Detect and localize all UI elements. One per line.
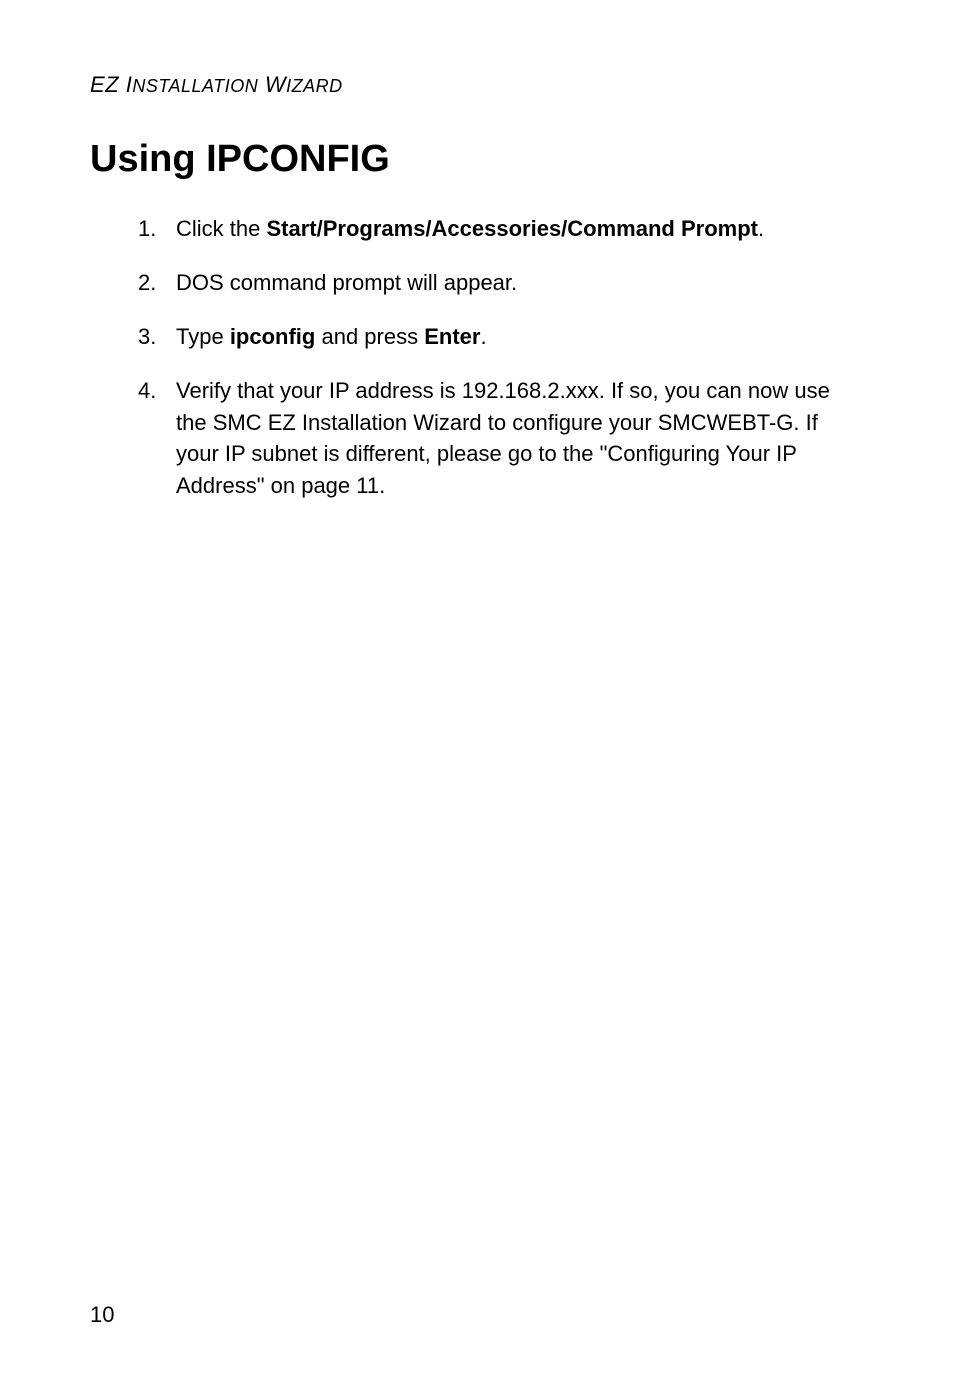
step-number: 4. <box>138 375 156 407</box>
header-text: EZ INSTALLATION WIZARD <box>90 72 343 97</box>
step-text-prefix: Click the <box>176 216 266 241</box>
step-item: 2. DOS command prompt will appear. <box>138 267 864 299</box>
step-text-prefix: Verify that your IP address is 192.168.2… <box>176 378 830 499</box>
step-item: 1. Click the Start/Programs/Accessories/… <box>138 213 864 245</box>
step-number: 2. <box>138 267 156 299</box>
step-item: 4. Verify that your IP address is 192.16… <box>138 375 864 503</box>
step-text-prefix: DOS command prompt will appear. <box>176 270 517 295</box>
step-number: 3. <box>138 321 156 353</box>
step-text-prefix: Type <box>176 324 230 349</box>
step-text-suffix: . <box>758 216 764 241</box>
steps-list: 1. Click the Start/Programs/Accessories/… <box>90 213 864 502</box>
page-number: 10 <box>90 1302 114 1328</box>
page-title: Using IPCONFIG <box>90 138 864 181</box>
step-number: 1. <box>138 213 156 245</box>
step-text-suffix: . <box>480 324 486 349</box>
step-text-bold: ipconfig <box>230 324 316 349</box>
step-text-bold2: Enter <box>424 324 480 349</box>
step-text-mid: and press <box>315 324 424 349</box>
step-text-bold: Start/Programs/Accessories/Command Promp… <box>266 216 758 241</box>
step-item: 3. Type ipconfig and press Enter. <box>138 321 864 353</box>
page-header: EZ INSTALLATION WIZARD <box>90 72 864 98</box>
